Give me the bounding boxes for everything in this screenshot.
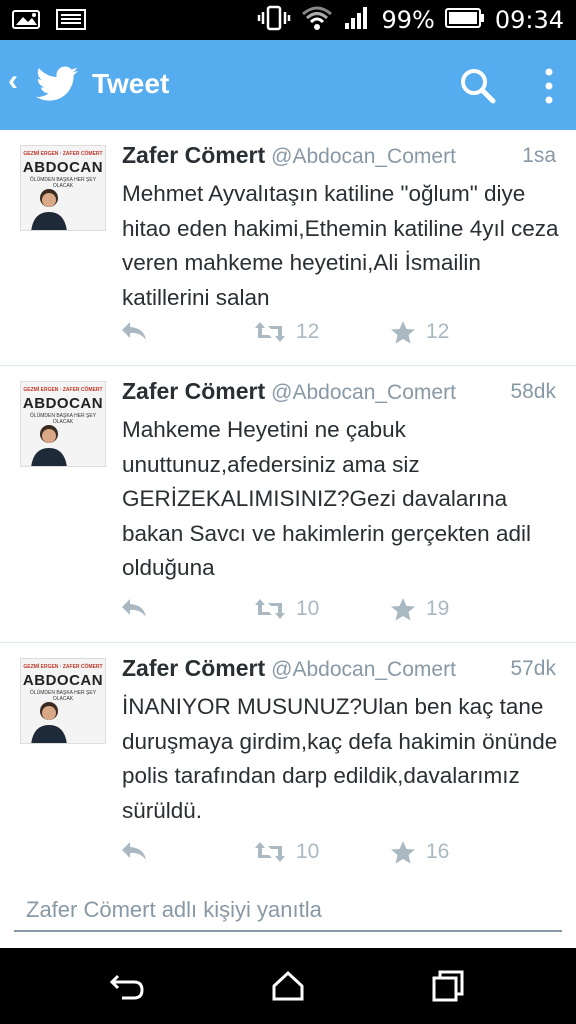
star-icon — [391, 598, 415, 621]
reply-input[interactable] — [14, 890, 562, 932]
tweet-item[interactable]: GEZMİ ERGEN · ZAFER CÖMERT ABDOCAN ÖLÜMD… — [0, 130, 576, 366]
avatar-logo-text: ABDOCAN — [22, 672, 104, 689]
tweet-time: 58dk — [510, 380, 556, 403]
reply-icon[interactable] — [120, 597, 148, 619]
tweet-text: Mehmet Ayvalıtaşın katiline "oğlum" diye… — [122, 181, 559, 310]
tweet-time: 57dk — [510, 657, 556, 680]
author-name[interactable]: Zafer Cömert — [122, 655, 265, 681]
retweet-button[interactable]: 12 — [254, 320, 319, 344]
back-nav-icon[interactable] — [109, 970, 146, 1002]
sim-card-icon — [56, 8, 86, 35]
author-handle[interactable]: @Abdocan_Comert — [271, 381, 456, 404]
page-title: Tweet — [92, 68, 170, 99]
tweet-header: Zafer Cömert @Abdocan_Comert 1sa — [122, 142, 556, 174]
retweet-icon — [255, 842, 285, 862]
favorite-button[interactable]: 16 — [390, 840, 449, 864]
status-time: 09:34 — [494, 6, 564, 34]
status-bar: 99% 09:34 — [0, 0, 576, 40]
status-left — [12, 8, 86, 35]
favorite-button[interactable]: 12 — [390, 320, 449, 344]
person-icon — [31, 425, 67, 466]
reply-icon[interactable] — [120, 840, 148, 862]
favorite-button[interactable]: 19 — [390, 597, 449, 621]
tweet-actions: 10 19 — [120, 597, 540, 627]
star-icon — [391, 321, 415, 344]
favorite-count: 16 — [426, 840, 450, 863]
avatar-top-text: GEZMİ ERGEN · ZAFER CÖMERT — [23, 664, 103, 670]
search-icon[interactable] — [458, 66, 498, 106]
star-icon — [391, 841, 415, 864]
reply-icon[interactable] — [120, 320, 148, 342]
avatar-logo-text: ABDOCAN — [22, 395, 104, 412]
reply-bar — [0, 872, 576, 948]
tweet-header: Zafer Cömert @Abdocan_Comert 58dk — [122, 378, 556, 410]
recent-apps-icon[interactable] — [430, 970, 466, 1002]
retweet-icon — [255, 322, 285, 342]
tweet-text: Mahkeme Heyetini ne çabuk unuttunuz,afed… — [122, 417, 531, 580]
avatar-top-text: GEZMİ ERGEN · ZAFER CÖMERT — [23, 387, 103, 393]
signal-icon — [343, 5, 371, 36]
tweet-header: Zafer Cömert @Abdocan_Comert 57dk — [122, 655, 556, 687]
avatar[interactable]: GEZMİ ERGEN · ZAFER CÖMERT ABDOCAN ÖLÜMD… — [20, 658, 106, 744]
author-name[interactable]: Zafer Cömert — [122, 378, 265, 404]
tweet-time: 1sa — [522, 144, 556, 167]
favorite-count: 12 — [426, 320, 450, 343]
vibrate-icon — [257, 5, 291, 36]
tweet-actions: 12 12 — [120, 320, 540, 350]
retweet-count: 10 — [296, 840, 320, 863]
avatar[interactable]: GEZMİ ERGEN · ZAFER CÖMERT ABDOCAN ÖLÜMD… — [20, 381, 106, 467]
twitter-bird-icon[interactable] — [36, 66, 78, 107]
image-icon — [12, 8, 42, 35]
app-bar: ‹ Tweet — [0, 40, 576, 130]
battery-percent: 99% — [381, 6, 435, 34]
retweet-button[interactable]: 10 — [254, 597, 319, 621]
system-nav-bar — [0, 948, 576, 1024]
retweet-button[interactable]: 10 — [254, 840, 319, 864]
person-icon — [31, 702, 67, 743]
avatar-logo-text: ABDOCAN — [22, 159, 104, 176]
avatar-top-text: GEZMİ ERGEN · ZAFER CÖMERT — [23, 151, 103, 157]
more-vert-icon[interactable] — [538, 66, 560, 106]
author-name[interactable]: Zafer Cömert — [122, 142, 265, 168]
back-icon[interactable]: ‹ — [8, 66, 18, 96]
avatar[interactable]: GEZMİ ERGEN · ZAFER CÖMERT ABDOCAN ÖLÜMD… — [20, 145, 106, 231]
status-right: 99% 09:34 — [257, 4, 564, 36]
tweet-list: GEZMİ ERGEN · ZAFER CÖMERT ABDOCAN ÖLÜMD… — [0, 130, 576, 874]
retweet-count: 12 — [296, 320, 320, 343]
home-icon[interactable] — [270, 970, 306, 1002]
wifi-icon — [301, 5, 333, 36]
tweet-actions: 10 16 — [120, 840, 540, 870]
retweet-count: 10 — [296, 597, 320, 620]
tweet-item[interactable]: GEZMİ ERGEN · ZAFER CÖMERT ABDOCAN ÖLÜMD… — [0, 643, 576, 874]
person-icon — [31, 189, 67, 230]
battery-icon — [444, 7, 485, 34]
author-handle[interactable]: @Abdocan_Comert — [271, 658, 456, 681]
tweet-text: İNANIYOR MUSUNUZ?Ulan ben kaç tane duruş… — [122, 694, 558, 823]
retweet-icon — [255, 599, 285, 619]
tweet-item[interactable]: GEZMİ ERGEN · ZAFER CÖMERT ABDOCAN ÖLÜMD… — [0, 366, 576, 643]
author-handle[interactable]: @Abdocan_Comert — [271, 145, 456, 168]
favorite-count: 19 — [426, 597, 450, 620]
